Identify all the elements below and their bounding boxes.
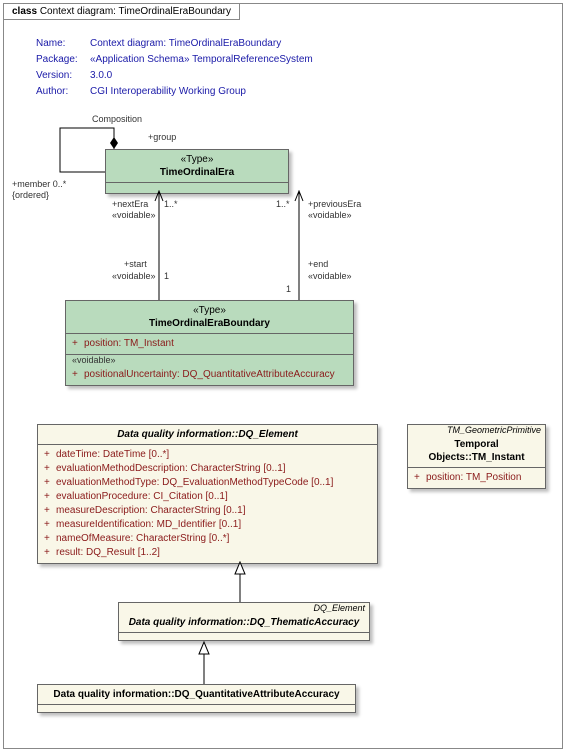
attr-row: +result: DQ_Result [1..2]: [44, 546, 371, 560]
meta-author-label: Author:: [36, 84, 90, 100]
class-tm-instant: TM_GeometricPrimitive Temporal Objects::…: [407, 424, 546, 489]
edge-prevera-mult: 1..*: [276, 199, 290, 210]
meta-author-value: CGI Interoperability Working Group: [90, 84, 246, 100]
edge-start-voidable: «voidable»: [112, 271, 156, 282]
class-tag: DQ_Element: [119, 603, 369, 613]
meta-version-value: 3.0.0: [90, 68, 112, 84]
diagram-title-tab: class Context diagram: TimeOrdinalEraBou…: [4, 4, 240, 20]
attr-row: +measureDescription: CharacterString [0.…: [44, 504, 371, 518]
attr-row: +dateTime: DateTime [0..*]: [44, 448, 371, 462]
edge-start-mult: 1: [164, 271, 169, 282]
edge-end-voidable: «voidable»: [308, 271, 352, 282]
class-attrs: +position: TM_Instant: [66, 334, 353, 354]
class-name: Temporal Objects::TM_Instant: [414, 438, 539, 464]
edge-nextera-voidable: «voidable»: [112, 210, 156, 221]
metadata-block: Name:Context diagram: TimeOrdinalEraBoun…: [36, 36, 313, 100]
class-attrs: +dateTime: DateTime [0..*]+evaluationMet…: [38, 445, 377, 563]
edge-nextera-mult: 1..*: [164, 199, 178, 210]
title-prefix: class: [12, 6, 40, 17]
stereotype: «Type»: [72, 304, 347, 317]
class-attrs: +positionalUncertainty: DQ_QuantitativeA…: [66, 365, 353, 385]
class-head: Data quality information::DQ_ThematicAcc…: [119, 613, 369, 632]
class-time-ordinal-era-boundary: «Type» TimeOrdinalEraBoundary +position:…: [65, 300, 354, 386]
class-head: «Type» TimeOrdinalEra: [106, 150, 288, 183]
edge-start-role: +start: [124, 259, 147, 270]
class-head: «Type» TimeOrdinalEraBoundary: [66, 301, 353, 334]
meta-package-value: «Application Schema» TemporalReferenceSy…: [90, 52, 313, 68]
attr-row: +evaluationMethodDescription: CharacterS…: [44, 462, 371, 476]
edge-end-mult: 1: [286, 284, 291, 295]
class-name: TimeOrdinalEra: [112, 166, 282, 179]
edge-ordered-label: {ordered}: [12, 190, 49, 201]
diagram-frame: class Context diagram: TimeOrdinalEraBou…: [3, 3, 563, 749]
class-dq-quantitative-accuracy: Data quality information::DQ_Quantitativ…: [37, 684, 356, 713]
voidable-section: «voidable»: [66, 354, 353, 365]
meta-package-label: Package:: [36, 52, 90, 68]
class-name: Data quality information::DQ_ThematicAcc…: [125, 616, 363, 629]
edge-prevera-voidable: «voidable»: [308, 210, 352, 221]
class-attrs: +position: TM_Position: [408, 468, 545, 488]
meta-version-label: Version:: [36, 68, 90, 84]
attr-row: +measureIdentification: MD_Identifier [0…: [44, 518, 371, 532]
edge-member-label: +member 0..*: [12, 179, 66, 190]
attr-row: +evaluationMethodType: DQ_EvaluationMeth…: [44, 476, 371, 490]
class-time-ordinal-era: «Type» TimeOrdinalEra: [105, 149, 289, 194]
attr-row: +evaluationProcedure: CI_Citation [0..1]: [44, 490, 371, 504]
title-text: Context diagram: TimeOrdinalEraBoundary: [40, 6, 231, 17]
edge-prevera-role: +previousEra: [308, 199, 361, 210]
class-head: Temporal Objects::TM_Instant: [408, 435, 545, 468]
stereotype: «Type»: [112, 153, 282, 166]
class-name: Data quality information::DQ_Quantitativ…: [44, 688, 349, 701]
edge-composition-label: Composition: [92, 114, 142, 125]
edge-nextera-role: +nextEra: [112, 199, 148, 210]
edge-group-label: +group: [148, 132, 176, 143]
class-name: TimeOrdinalEraBoundary: [72, 317, 347, 330]
class-head: Data quality information::DQ_Quantitativ…: [38, 685, 355, 704]
attr-row: +nameOfMeasure: CharacterString [0..*]: [44, 532, 371, 546]
meta-name-label: Name:: [36, 36, 90, 52]
class-head: Data quality information::DQ_Element: [38, 425, 377, 445]
class-name: Data quality information::DQ_Element: [44, 428, 371, 441]
meta-name-value: Context diagram: TimeOrdinalEraBoundary: [90, 36, 281, 52]
edge-end-role: +end: [308, 259, 328, 270]
class-dq-element: Data quality information::DQ_Element +da…: [37, 424, 378, 564]
class-dq-thematic-accuracy: DQ_Element Data quality information::DQ_…: [118, 602, 370, 641]
class-tag: TM_GeometricPrimitive: [408, 425, 545, 435]
